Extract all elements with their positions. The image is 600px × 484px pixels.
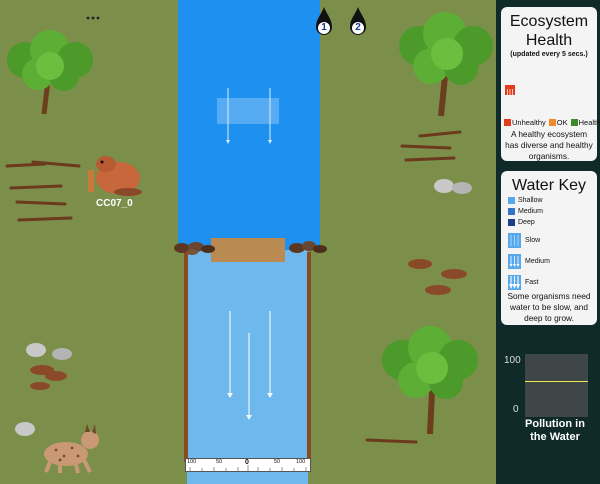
ruler-label: 100 <box>187 459 197 465</box>
ok-swatch <box>548 119 556 126</box>
health-legend: Unhealthy OK Healthy <box>504 118 600 127</box>
marker-2-label: 2 <box>355 22 361 33</box>
mounds-icon <box>408 259 467 295</box>
ruler: 100 50 0 50 100 <box>185 458 311 472</box>
health-indicator <box>505 85 515 97</box>
rocks-icon <box>15 422 35 436</box>
beaver-label: CC07_0 <box>96 198 133 209</box>
pollution-axis-min: 0 <box>513 404 519 415</box>
tree-icon <box>399 12 493 117</box>
medium-swatch <box>508 208 515 215</box>
water-key-panel: Water Key Shallow Medium Deep Slow Mediu… <box>501 171 597 325</box>
deep-swatch <box>508 219 515 226</box>
legend-ok: OK <box>556 118 568 127</box>
medium-current-icon <box>508 254 521 269</box>
key-slow: Slow <box>508 233 540 248</box>
pollution-title: Pollution in the Water <box>525 418 585 443</box>
pollution-level-line <box>525 381 588 382</box>
pollution-axis-max: 100 <box>504 355 521 366</box>
logs-pile-right <box>400 130 462 162</box>
key-deep-label: Deep <box>518 219 535 226</box>
log-icon <box>365 438 418 444</box>
ellipsis-icon[interactable] <box>86 8 100 20</box>
marker-1-label: 1 <box>321 22 327 33</box>
healthy-swatch <box>570 119 578 126</box>
pollution-gauge <box>525 354 588 417</box>
ruler-label: 0 <box>245 459 249 466</box>
lynx-icon <box>44 424 99 474</box>
shallow-swatch <box>508 197 515 204</box>
key-medium-depth-label: Medium <box>518 208 543 215</box>
ruler-label: 50 <box>216 459 223 465</box>
key-slow-label: Slow <box>525 237 541 244</box>
rock-pile-left <box>174 242 215 255</box>
ecosystem-description: A healthy ecosystem has diverse and heal… <box>505 129 593 161</box>
game-area[interactable]: 1 2 CC07_0 100 50 0 50 100 <box>0 0 496 484</box>
legend-unhealthy: Unhealthy <box>512 118 546 127</box>
mounds-icon <box>30 365 67 390</box>
rock-pile-right <box>289 241 327 253</box>
key-shallow-label: Shallow <box>518 197 543 204</box>
logs-pile-left <box>5 160 81 222</box>
pollution-meter: 100 0 Pollution in the Water <box>498 352 600 484</box>
ecosystem-title: Ecosystem Health <box>509 13 589 49</box>
marker-1[interactable]: 1 <box>315 7 333 37</box>
unhealthy-swatch <box>504 119 511 126</box>
rocks-icon <box>434 179 472 194</box>
ecosystem-subtitle: (updated every 5 secs.) <box>510 51 588 58</box>
tree-icon <box>382 326 478 435</box>
ecosystem-health-panel: Ecosystem Health (updated every 5 secs.)… <box>501 7 600 161</box>
ruler-label: 100 <box>296 459 306 465</box>
ruler-label: 50 <box>274 459 281 465</box>
marker-2[interactable]: 2 <box>349 7 367 37</box>
key-fast-label: Fast <box>525 279 539 286</box>
key-medium-speed: Medium <box>508 254 550 269</box>
water-key-title: Water Key <box>511 177 587 194</box>
key-deep: Deep <box>508 219 535 226</box>
key-shallow: Shallow <box>508 197 543 204</box>
slow-current-icon <box>508 233 521 248</box>
beaver-icon[interactable] <box>86 152 144 198</box>
key-medium-speed-label: Medium <box>525 258 550 265</box>
water-key-description: Some organisms need water to be slow, an… <box>507 291 591 323</box>
current-arrows-upper <box>226 88 272 144</box>
key-medium-depth: Medium <box>508 208 543 215</box>
tree-icon <box>7 30 93 115</box>
key-fast: Fast <box>508 275 539 290</box>
current-arrows-lower <box>227 311 273 420</box>
legend-healthy: Healthy <box>578 118 600 127</box>
dam[interactable] <box>211 238 285 262</box>
fast-current-icon <box>508 275 521 290</box>
